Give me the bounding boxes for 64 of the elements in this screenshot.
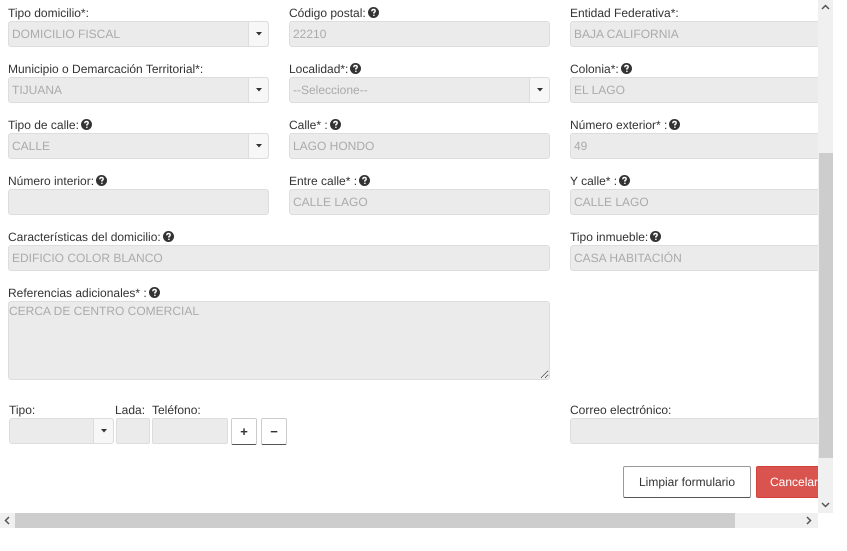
text-field[interactable] [570, 418, 818, 444]
scroll-left-icon[interactable] [4, 516, 10, 525]
caret-icon [256, 88, 262, 92]
field-label: Código postal: [289, 4, 366, 22]
field-label: Tipo de calle: [8, 116, 79, 134]
cancel-button[interactable]: Cancelar [756, 466, 818, 498]
field-label: Correo electrónico: [570, 402, 672, 418]
help-icon[interactable] [350, 63, 362, 74]
text-field[interactable]: CALLE LAGO [570, 189, 818, 215]
select-field[interactable]: CALLE [8, 133, 269, 159]
field-label: Tipo domicilio*: [8, 4, 89, 22]
caret-icon [100, 429, 106, 433]
text-area[interactable]: CERCA DE CENTRO COMERCIAL [8, 301, 550, 380]
caret-icon [536, 88, 542, 92]
help-icon[interactable] [619, 175, 630, 186]
field-label: Teléfono: [152, 402, 201, 418]
help-icon[interactable] [620, 63, 632, 74]
text-field[interactable]: EDIFICIO COLOR BLANCO [8, 245, 550, 271]
help-icon[interactable] [80, 119, 92, 130]
clear-form-button[interactable]: Limpiar formulario [623, 466, 751, 498]
text-field[interactable]: CALLE LAGO [289, 189, 550, 215]
text-field[interactable]: LAGO HONDO [289, 133, 550, 159]
remove-button[interactable]: − [261, 418, 287, 445]
help-icon[interactable] [359, 175, 370, 186]
help-icon[interactable] [330, 119, 341, 130]
text-field[interactable] [8, 189, 269, 215]
scroll-up-icon[interactable] [821, 4, 830, 10]
scroll-down-icon[interactable] [821, 502, 830, 508]
help-icon[interactable] [96, 175, 108, 186]
caret-icon [256, 144, 262, 148]
field-label: Colonia*: [570, 60, 619, 78]
field-label: Calle* : [289, 116, 328, 134]
area-code-field[interactable] [116, 418, 150, 444]
help-icon[interactable] [148, 287, 160, 298]
field-label: Características del domicilio: [8, 228, 161, 246]
text-field[interactable]: 49 [570, 133, 818, 159]
add-button[interactable]: + [231, 418, 257, 445]
text-field[interactable]: CASA HABITACIÓN [570, 245, 818, 271]
field-label: Lada: [115, 402, 146, 418]
help-icon[interactable] [650, 231, 662, 242]
field-label: Número interior: [8, 172, 94, 190]
text-field[interactable]: 22210 [289, 21, 550, 47]
vertical-scrollbar[interactable] [818, 0, 833, 513]
field-label: Y calle* : [570, 172, 618, 190]
field-label: Tipo: [8, 402, 36, 418]
select-field[interactable]: --Seleccione-- [289, 77, 550, 103]
caret-icon [256, 32, 262, 36]
field-label: Municipio o Demarcación Territorial*: [8, 60, 204, 78]
field-label: Referencias adicionales* : [8, 284, 147, 302]
help-icon[interactable] [669, 119, 680, 130]
field-label: Entidad Federativa*: [570, 4, 679, 22]
scrollbar-thumb[interactable] [818, 153, 832, 458]
field-label: Localidad*: [289, 60, 348, 78]
select-field[interactable]: DOMICILIO FISCAL [8, 21, 269, 47]
phone-field[interactable] [152, 418, 228, 444]
help-icon[interactable] [368, 7, 379, 18]
field-label: Tipo inmueble: [570, 228, 648, 246]
field-label: Número exterior* : [570, 116, 668, 134]
help-icon[interactable] [162, 231, 174, 242]
text-field[interactable]: BAJA CALIFORNIA [570, 21, 818, 47]
text-field[interactable]: EL LAGO [570, 77, 818, 103]
select-field[interactable]: TIJUANA [8, 77, 269, 103]
field-label: Entre calle* : [289, 172, 358, 190]
scroll-right-icon[interactable] [806, 516, 812, 525]
